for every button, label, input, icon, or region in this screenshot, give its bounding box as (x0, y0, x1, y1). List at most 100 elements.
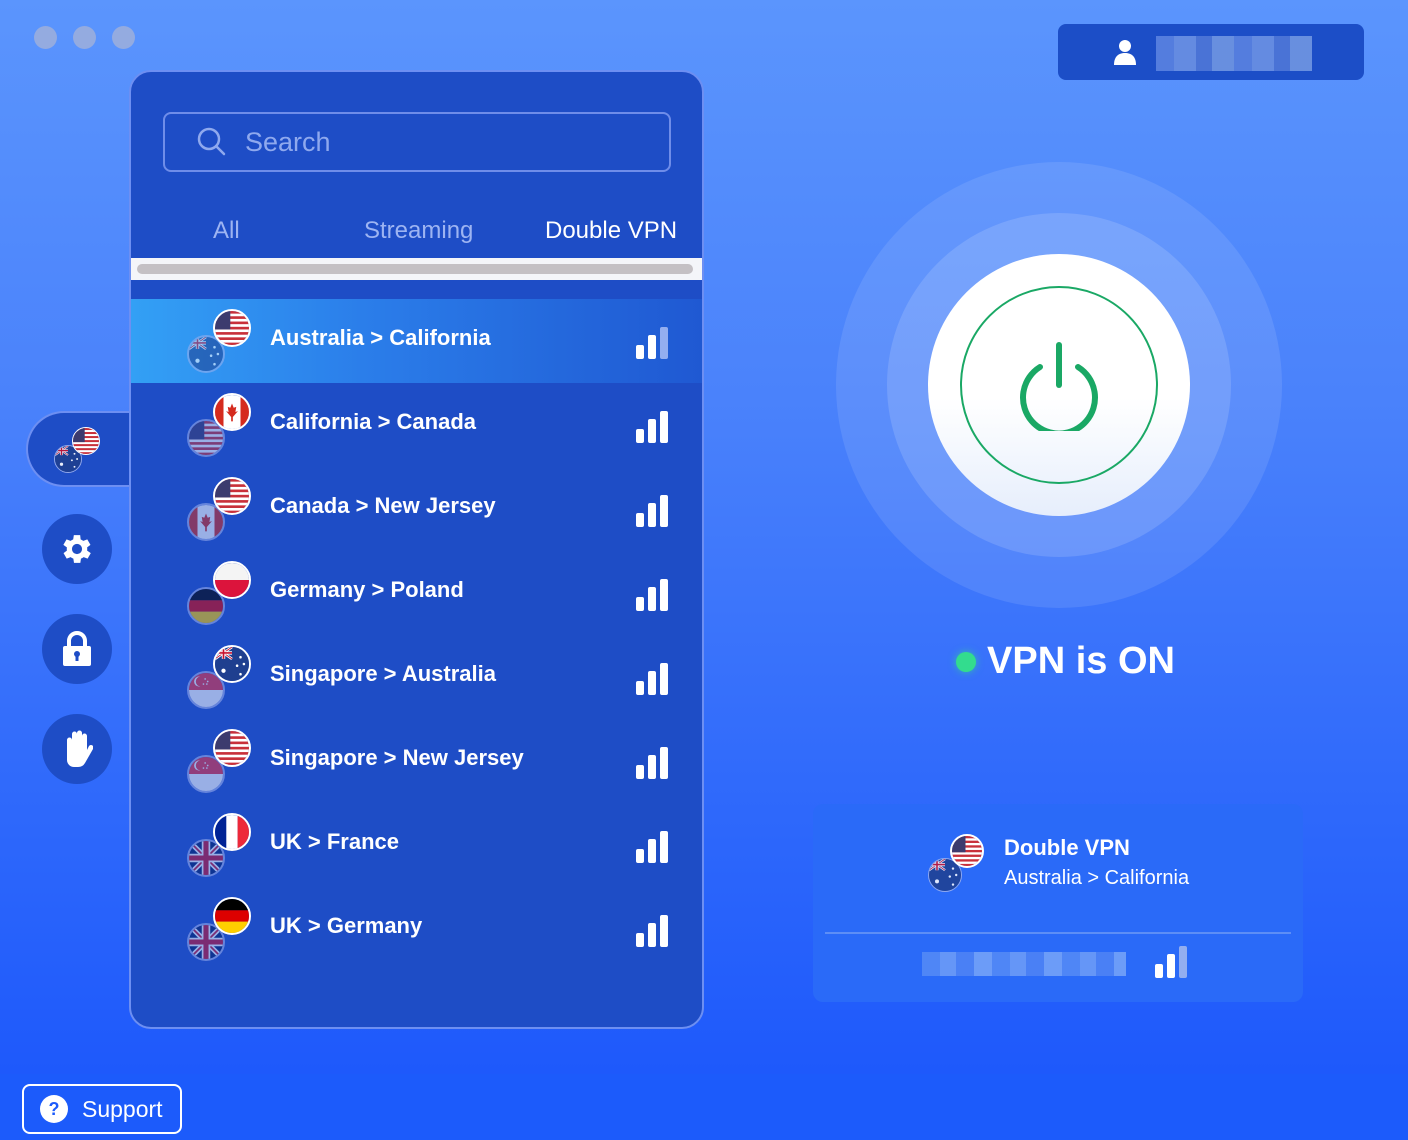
tab-all[interactable]: All (213, 217, 240, 245)
hand-icon (67, 730, 93, 768)
canada-flag-icon (213, 393, 251, 431)
server-label: Singapore > New Jersey (270, 745, 524, 770)
footer: ? Support (0, 1074, 1408, 1140)
signal-bar (648, 671, 656, 695)
australia-flag-icon (213, 645, 251, 683)
server-tabs: All Streaming Double VPN (131, 217, 702, 257)
usa-flag-icon (72, 427, 100, 455)
signal-bar (636, 849, 644, 863)
signal-bar (636, 765, 644, 779)
search-icon (197, 127, 226, 156)
status-text: VPN is ON (987, 640, 1175, 682)
signal-bar (636, 429, 644, 443)
account-button[interactable] (1058, 24, 1364, 80)
server-label: Canada > New Jersey (270, 493, 496, 518)
signal-bar (660, 915, 668, 947)
server-row[interactable]: Canada > New Jersey (131, 467, 702, 551)
signal-bar (636, 681, 644, 695)
sidebar-item-blocker[interactable] (42, 714, 112, 784)
server-row[interactable]: Singapore > Australia (131, 635, 702, 719)
signal-bar (1155, 964, 1163, 978)
signal-bar (636, 345, 644, 359)
user-icon (1114, 40, 1136, 65)
connection-mode: Double VPN (1004, 835, 1130, 860)
window-minimize-button[interactable] (73, 26, 96, 49)
signal-bar (660, 747, 668, 779)
connection-route: Australia > California (1004, 867, 1190, 889)
connection-card: Double VPN Australia > California (813, 804, 1303, 1002)
signal-bar (1167, 954, 1175, 978)
usa-flag-icon (950, 834, 984, 868)
vpn-status: VPN is ON (956, 640, 1175, 683)
signal-bar (636, 933, 644, 947)
signal-bar (648, 335, 656, 359)
tab-scrollbar[interactable] (131, 258, 702, 280)
signal-bar (648, 503, 656, 527)
signal-bar (648, 839, 656, 863)
server-label: Singapore > Australia (270, 661, 496, 686)
tab-scrollbar-thumb[interactable] (137, 264, 693, 274)
lock-icon (63, 631, 91, 666)
server-row[interactable]: California > Canada (131, 383, 702, 467)
divider (825, 932, 1291, 934)
signal-bar (648, 587, 656, 611)
signal-bar (636, 513, 644, 527)
sidebar-item-locations[interactable] (26, 411, 132, 487)
support-button[interactable]: ? Support (22, 1084, 182, 1134)
france-flag-icon (213, 813, 251, 851)
search-input[interactable] (245, 126, 665, 158)
ip-address-redacted (922, 952, 1126, 976)
power-ring (960, 286, 1158, 484)
usa-flag-icon (213, 729, 251, 767)
signal-strength-icon (636, 831, 670, 863)
server-list-panel: All Streaming Double VPN Australia > Cal… (129, 70, 704, 1029)
server-label: California > Canada (270, 409, 477, 434)
sidebar-item-security[interactable] (42, 614, 112, 684)
signal-strength-icon (636, 327, 670, 359)
tab-double-vpn[interactable]: Double VPN (545, 217, 677, 245)
poland-flag-icon (213, 561, 251, 599)
tab-streaming[interactable]: Streaming (364, 217, 473, 245)
signal-bar (660, 579, 668, 611)
server-row[interactable]: Germany > Poland (131, 551, 702, 635)
signal-bar (660, 327, 668, 359)
status-dot-icon (956, 651, 976, 672)
server-row[interactable]: Australia > California (131, 299, 702, 383)
signal-bar (660, 411, 668, 443)
sidebar-item-settings[interactable] (42, 514, 112, 584)
power-button[interactable] (928, 254, 1190, 516)
signal-strength-icon (636, 915, 670, 947)
signal-strength-icon (636, 579, 670, 611)
signal-bar (660, 663, 668, 695)
window-controls (34, 26, 135, 49)
signal-strength-icon (636, 411, 670, 443)
signal-strength-icon (1155, 946, 1189, 978)
account-name-redacted (1156, 36, 1312, 71)
signal-bar (660, 495, 668, 527)
server-row[interactable]: UK > Germany (131, 887, 702, 971)
signal-strength-icon (636, 747, 670, 779)
server-row[interactable]: UK > France (131, 803, 702, 887)
signal-bar (660, 831, 668, 863)
signal-strength-icon (636, 495, 670, 527)
search-box[interactable] (163, 112, 671, 172)
window-close-button[interactable] (34, 26, 57, 49)
signal-bar (648, 755, 656, 779)
signal-bar (1179, 946, 1187, 978)
server-label: Australia > California (270, 325, 491, 350)
signal-bar (648, 419, 656, 443)
support-label: Support (82, 1095, 163, 1122)
window-maximize-button[interactable] (112, 26, 135, 49)
help-icon: ? (40, 1095, 68, 1123)
server-label: Germany > Poland (270, 577, 464, 602)
server-label: UK > France (270, 829, 399, 854)
usa-flag-icon (213, 477, 251, 515)
server-label: UK > Germany (270, 913, 423, 938)
server-list: Australia > California California > Canad… (131, 299, 702, 971)
signal-bar (636, 597, 644, 611)
signal-strength-icon (636, 663, 670, 695)
germany-flag-icon (213, 897, 251, 935)
server-row[interactable]: Singapore > New Jersey (131, 719, 702, 803)
signal-bar (648, 923, 656, 947)
usa-flag-icon (213, 309, 251, 347)
